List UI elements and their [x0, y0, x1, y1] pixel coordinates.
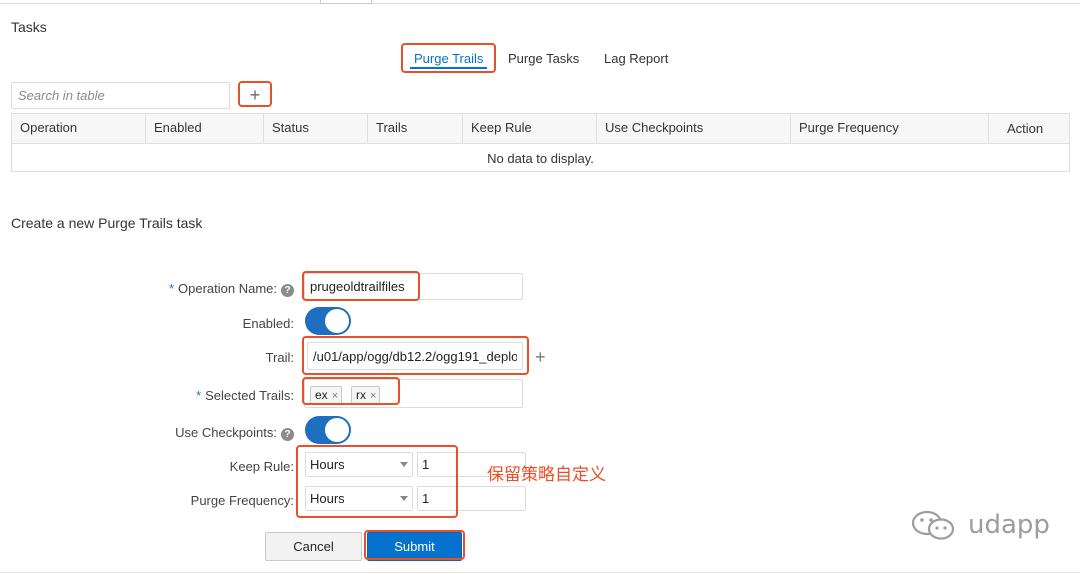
- chevron-down-icon: [400, 462, 408, 467]
- column-header-keep-rule[interactable]: Keep Rule: [463, 114, 597, 144]
- chip-text: rx: [356, 388, 366, 402]
- trail-chip-ex: ex ×: [310, 386, 343, 404]
- operation-name-input[interactable]: [304, 273, 523, 300]
- selected-trails-label: * Selected Trails:: [196, 388, 294, 403]
- wechat-icon: [911, 510, 955, 540]
- cancel-button[interactable]: Cancel: [265, 532, 362, 561]
- search-input[interactable]: [11, 82, 230, 109]
- keep-rule-label: Keep Rule:: [229, 459, 294, 474]
- table-header: Operation Enabled Status Trails Keep Rul…: [12, 114, 1069, 144]
- chip-remove-icon[interactable]: ×: [370, 390, 376, 402]
- section-title: Tasks: [11, 19, 47, 35]
- tab-purge-tasks[interactable]: Purge Tasks: [508, 51, 579, 66]
- bottom-divider: [0, 572, 1080, 573]
- column-header-purge-frequency[interactable]: Purge Frequency: [791, 114, 989, 144]
- tasks-table: Operation Enabled Status Trails Keep Rul…: [11, 113, 1070, 172]
- trail-input[interactable]: [307, 342, 523, 370]
- column-header-trails[interactable]: Trails: [368, 114, 463, 144]
- operation-name-label: * Operation Name:?: [169, 281, 294, 297]
- column-header-operation[interactable]: Operation: [12, 114, 146, 144]
- toggle-knob: [325, 309, 349, 333]
- trail-label: Trail:: [265, 350, 294, 365]
- top-divider: [0, 3, 320, 4]
- tab-purge-trails[interactable]: Purge Trails: [414, 51, 483, 66]
- purge-frequency-unit-select[interactable]: Hours: [305, 486, 413, 511]
- column-header-action: Action: [1007, 121, 1044, 136]
- enabled-toggle[interactable]: [305, 307, 351, 335]
- chevron-down-icon: [400, 496, 408, 501]
- use-checkpoints-toggle[interactable]: [305, 416, 351, 444]
- help-icon[interactable]: ?: [281, 284, 294, 297]
- chip-text: ex: [315, 388, 328, 402]
- add-task-button[interactable]: +: [241, 85, 269, 105]
- selected-trails-label-text: Selected Trails:: [205, 388, 294, 403]
- top-divider-right: [372, 3, 1080, 4]
- create-task-title: Create a new Purge Trails task: [11, 215, 203, 231]
- help-icon[interactable]: ?: [281, 428, 294, 441]
- add-trail-button[interactable]: +: [535, 347, 546, 368]
- required-marker: *: [168, 281, 174, 296]
- submit-button[interactable]: Submit: [367, 532, 462, 561]
- watermark: udapp: [906, 508, 1050, 542]
- keep-rule-unit-select[interactable]: Hours: [305, 452, 413, 477]
- use-checkpoints-label: Use Checkpoints:?: [175, 425, 294, 441]
- select-value: Hours: [310, 491, 345, 506]
- purge-frequency-value-input[interactable]: 1: [417, 486, 526, 511]
- purge-frequency-label: Purge Frequency:: [190, 493, 294, 508]
- trail-chip-rx: rx ×: [351, 386, 381, 404]
- tab-lag-report[interactable]: Lag Report: [604, 51, 668, 66]
- enabled-label: Enabled:: [242, 316, 294, 331]
- table-empty-message: No data to display.: [487, 151, 594, 166]
- required-marker: *: [196, 388, 202, 403]
- column-header-enabled[interactable]: Enabled: [146, 114, 264, 144]
- column-header-use-checkpoints[interactable]: Use Checkpoints: [597, 114, 791, 144]
- use-checkpoints-label-text: Use Checkpoints:: [175, 425, 277, 440]
- watermark-text: udapp: [968, 510, 1050, 540]
- select-value: Hours: [310, 457, 345, 472]
- operation-name-label-text: Operation Name:: [178, 281, 277, 296]
- column-header-status[interactable]: Status: [264, 114, 368, 144]
- top-tab-fragment: [320, 0, 372, 4]
- active-tab-indicator: [410, 67, 487, 69]
- toggle-knob: [325, 418, 349, 442]
- chip-remove-icon[interactable]: ×: [332, 390, 338, 402]
- annotation-text: 保留策略自定义: [487, 465, 606, 485]
